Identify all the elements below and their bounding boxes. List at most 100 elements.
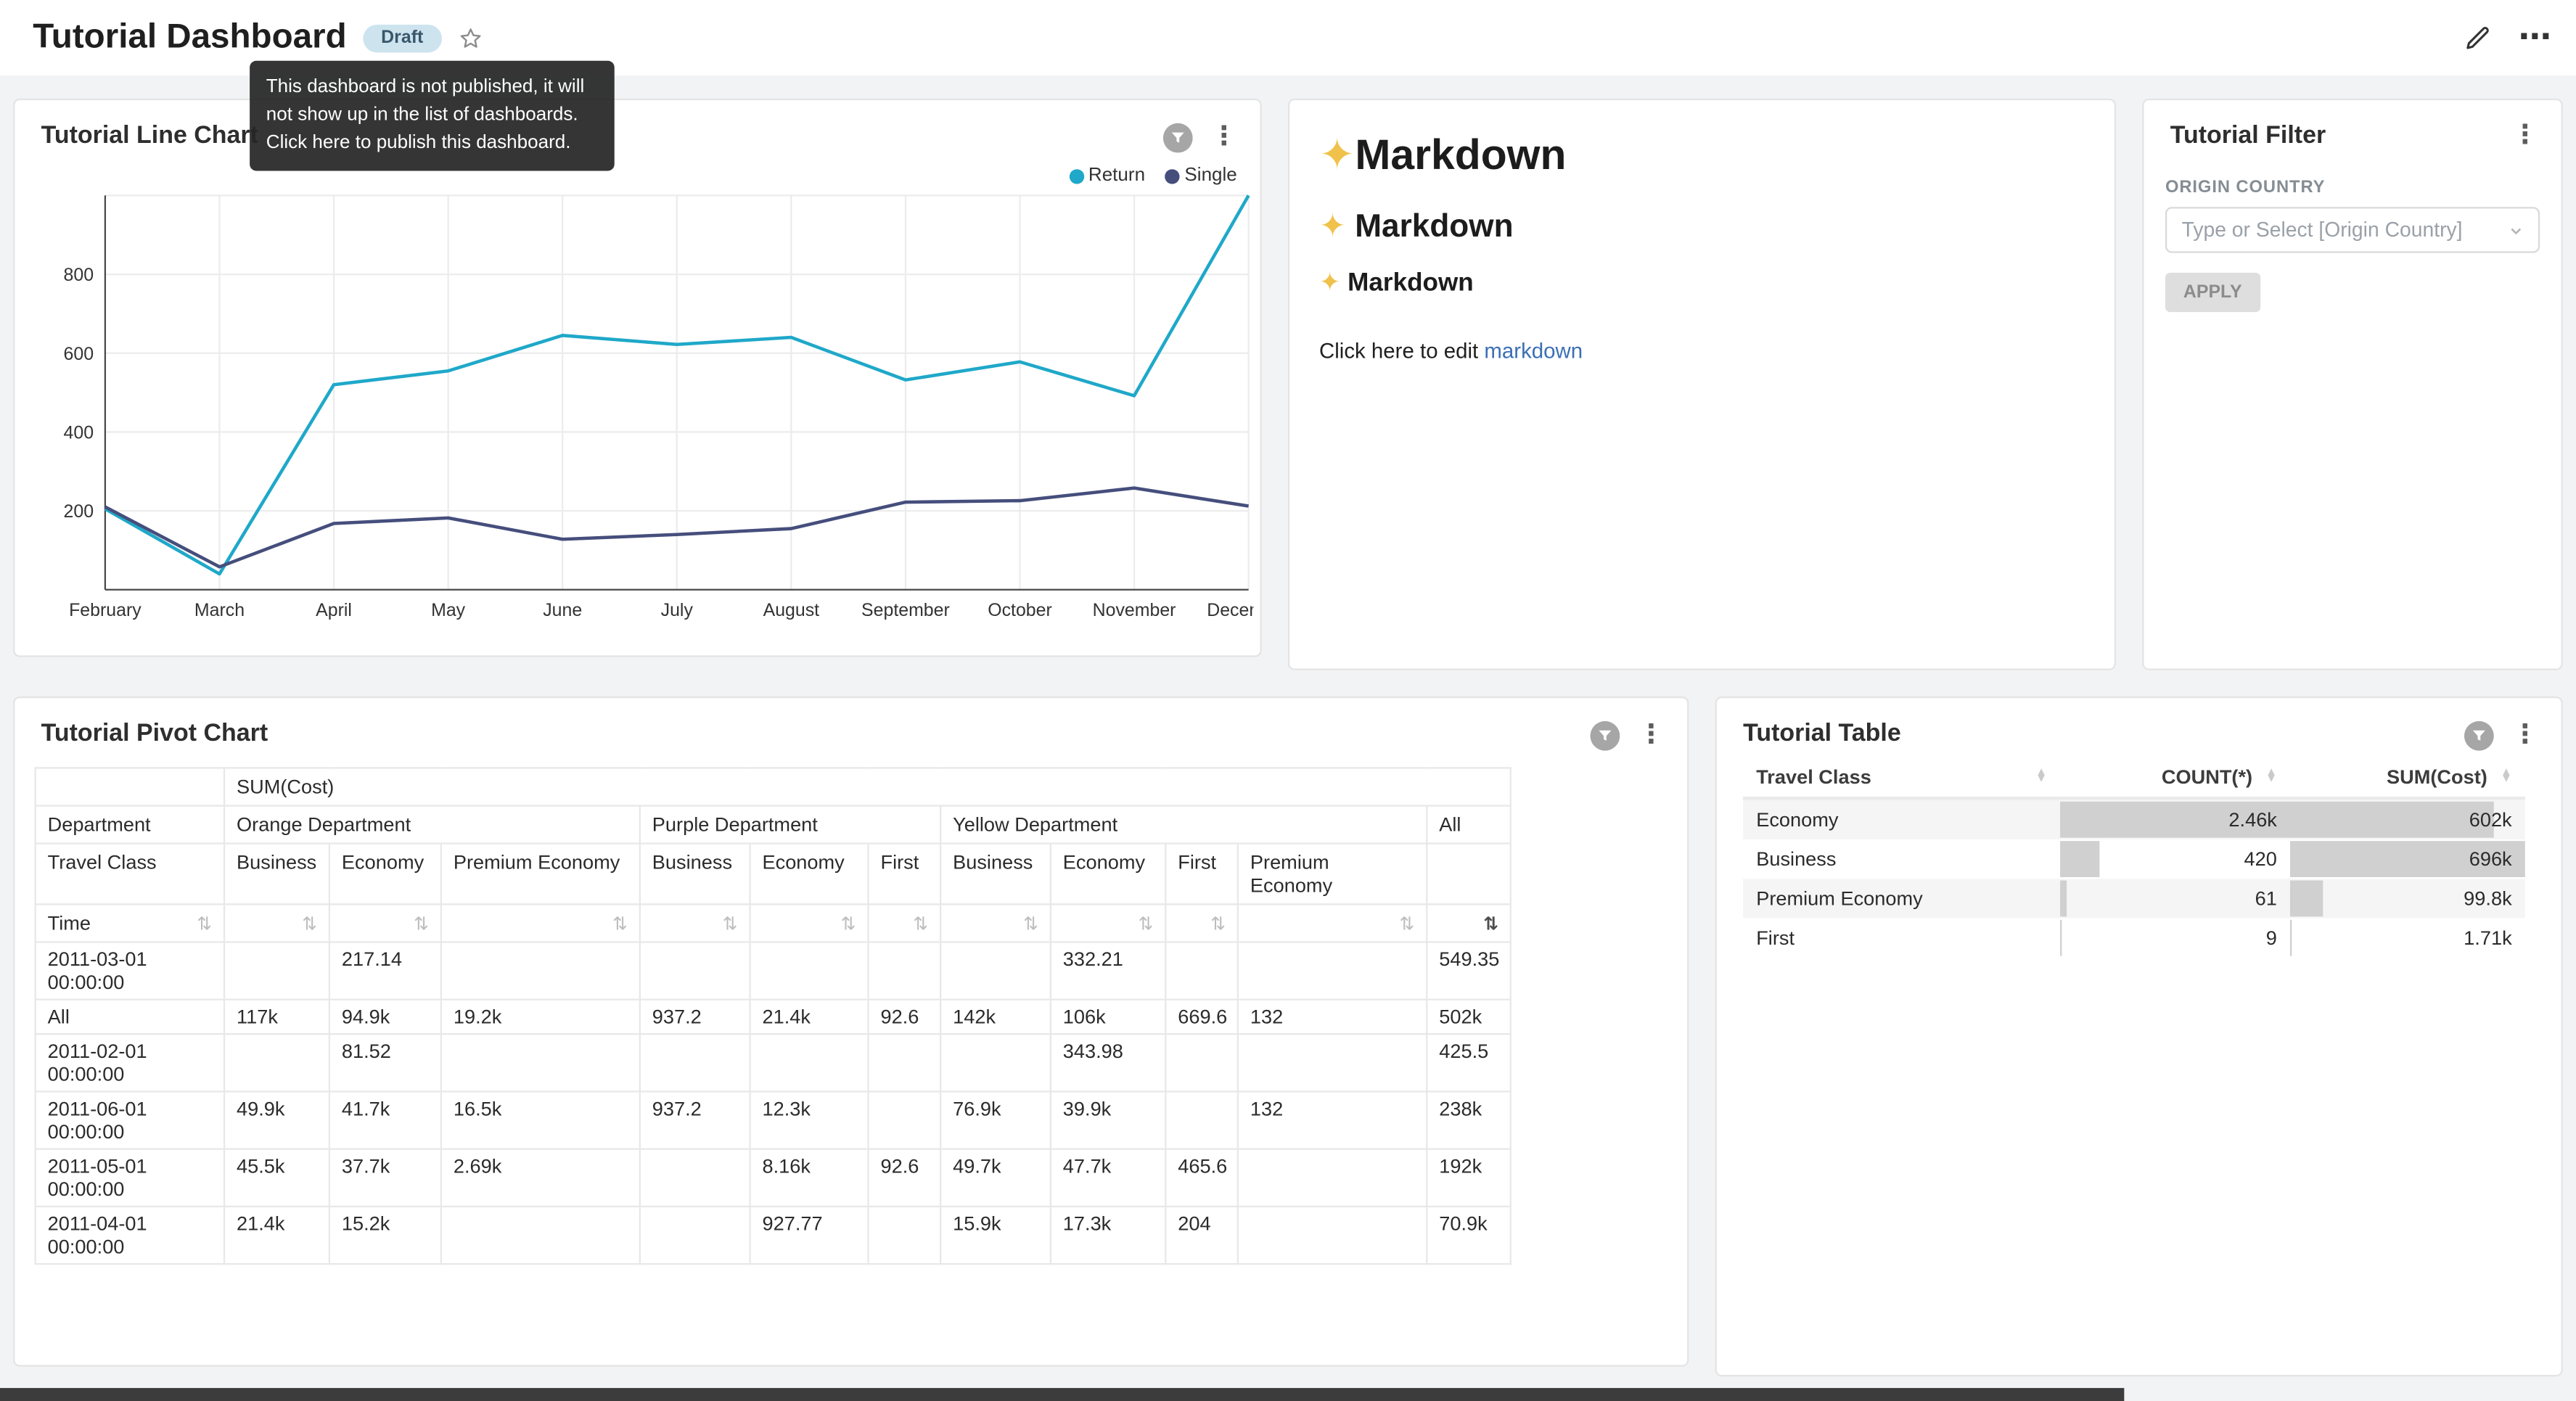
pivot-cell: [750, 1034, 869, 1091]
sort-icon[interactable]: ⇅: [1023, 915, 1038, 934]
pivot-row-label: 2011-04-01 00:00:00: [36, 1207, 224, 1264]
line-chart-card: Tutorial Line Chart ⋮ Return Single 2004…: [13, 99, 1262, 657]
cell-count: 61: [2060, 879, 2290, 918]
header-actions: ⋯: [2464, 0, 2553, 75]
pivot-time-label: Time⇅: [36, 904, 224, 942]
table-row[interactable]: Economy 2.46k 602k: [1743, 798, 2525, 839]
col-header-count[interactable]: COUNT(*)▲▼: [2060, 757, 2290, 799]
pivot-subcol-label: [1427, 844, 1511, 905]
pivot-cell: [640, 1207, 750, 1264]
pivot-cell: [1238, 942, 1427, 999]
svg-text:May: May: [431, 600, 466, 620]
sort-icon[interactable]: ⇅: [1138, 915, 1153, 934]
pivot-chart-card: Tutorial Pivot Chart ⋮ SUM(Cost)Departme…: [13, 697, 1689, 1367]
svg-text:February: February: [69, 600, 141, 620]
pivot-subcol-label: Business: [224, 844, 329, 905]
cell-count: 9: [2060, 919, 2290, 958]
pivot-cell: 17.3k: [1051, 1207, 1165, 1264]
pivot-row-axis-label: Travel Class: [36, 844, 224, 905]
pivot-cell: 502k: [1427, 1000, 1511, 1035]
table-row[interactable]: First 9 1.71k: [1743, 919, 2525, 958]
pivot-row-label: 2011-06-01 00:00:00: [36, 1091, 224, 1149]
sort-icon[interactable]: ⇅: [841, 915, 856, 934]
sort-icon[interactable]: ⇅: [197, 913, 212, 934]
count-bar: [2060, 881, 2066, 917]
filter-indicator-icon[interactable]: [2464, 721, 2494, 751]
cell-sum: 696k: [2290, 839, 2525, 879]
col-header-sum[interactable]: SUM(Cost)▲▼: [2290, 757, 2525, 799]
filter-indicator-icon[interactable]: [1163, 123, 1193, 153]
cell-travel-class: Premium Economy: [1743, 879, 2060, 918]
pivot-cell: 8.16k: [750, 1149, 869, 1207]
table-header-row: Travel Class▲▼ COUNT(*)▲▼ SUM(Cost)▲▼: [1743, 757, 2525, 799]
pivot-row-label: 2011-02-01 00:00:00: [36, 1034, 224, 1091]
pivot-cell: 132: [1238, 1000, 1427, 1035]
pivot-cell: [869, 1034, 941, 1091]
sort-icon[interactable]: ⇅: [414, 915, 429, 934]
kebab-menu-icon[interactable]: ⋮: [1638, 723, 1664, 749]
table-row[interactable]: Premium Economy 61 99.8k: [1743, 879, 2525, 918]
pivot-table: SUM(Cost)DepartmentOrange DepartmentPurp…: [35, 767, 1512, 1265]
pivot-cell: [640, 942, 750, 999]
pivot-data-row: 2011-02-01 00:00:0081.52343.98425.5: [36, 1034, 1511, 1091]
markdown-h3: ✦ Markdown: [1319, 268, 2085, 299]
star-icon[interactable]: [458, 25, 483, 50]
pivot-cell: 332.21: [1051, 942, 1165, 999]
kebab-menu-icon[interactable]: ⋮: [1211, 125, 1237, 151]
sort-icon[interactable]: ⇅: [913, 915, 928, 934]
sparkles-icon: ✦: [1319, 269, 1340, 297]
sort-icon[interactable]: ⇅: [1483, 915, 1498, 934]
sort-icon[interactable]: ⇅: [302, 915, 317, 934]
pivot-data-row: All117k94.9k19.2k937.221.4k92.6142k106k6…: [36, 1000, 1511, 1035]
table-row[interactable]: Business 420 696k: [1743, 839, 2525, 879]
pivot-col-group: All: [1427, 805, 1511, 843]
pivot-row-label: All: [36, 1000, 224, 1035]
pivot-cell: 41.7k: [329, 1091, 441, 1149]
pivot-data-row: 2011-04-01 00:00:0021.4k15.2k927.7715.9k…: [36, 1207, 1511, 1264]
pivot-cell: [640, 1034, 750, 1091]
pivot-cell: 343.98: [1051, 1034, 1165, 1091]
edit-pencil-icon[interactable]: [2464, 24, 2492, 52]
kebab-menu-icon[interactable]: ⋮: [2512, 723, 2538, 749]
sum-bar: [2290, 920, 2291, 956]
pivot-cell: [441, 1034, 640, 1091]
markdown-paragraph-text: Click here to edit: [1319, 338, 1484, 363]
col-header-travel-class[interactable]: Travel Class▲▼: [1743, 757, 2060, 799]
sort-icon[interactable]: ⇅: [1210, 915, 1226, 934]
pivot-cell: 132: [1238, 1091, 1427, 1149]
pivot-cell: 117k: [224, 1000, 329, 1035]
pivot-subcol-label: Business: [640, 844, 750, 905]
publish-tooltip[interactable]: This dashboard is not published, it will…: [250, 61, 615, 171]
pivot-cell: 21.4k: [750, 1000, 869, 1035]
count-bar: [2060, 920, 2061, 956]
filter-indicator-icon[interactable]: [1591, 721, 1620, 751]
apply-button[interactable]: APPLY: [2165, 273, 2260, 312]
markdown-link[interactable]: markdown: [1484, 338, 1583, 363]
sort-icon[interactable]: ⇅: [723, 915, 738, 934]
pivot-cell: 47.7k: [1051, 1149, 1165, 1207]
sparkles-icon: ✦: [1319, 130, 1355, 179]
kebab-menu-icon[interactable]: ⋮: [2512, 123, 2538, 149]
sort-icon[interactable]: ⇅: [612, 915, 628, 934]
pivot-cell: 81.52: [329, 1034, 441, 1091]
sum-bar: [2290, 881, 2323, 917]
pivot-cell: 937.2: [640, 1091, 750, 1149]
pivot-subcol-label: Premium Economy: [1238, 844, 1427, 905]
origin-country-label: ORIGIN COUNTRY: [2165, 178, 2540, 197]
origin-country-select[interactable]: Type or Select [Origin Country]: [2165, 207, 2540, 252]
pivot-col-group: Orange Department: [224, 805, 640, 843]
svg-text:November: November: [1093, 600, 1176, 620]
pivot-cell: [1165, 1034, 1238, 1091]
bottom-scrollbar[interactable]: [0, 1388, 2124, 1401]
sort-icon[interactable]: ⇅: [1399, 915, 1414, 934]
draft-badge[interactable]: Draft: [363, 24, 441, 52]
tutorial-table-wrap: Travel Class▲▼ COUNT(*)▲▼ SUM(Cost)▲▼ Ec…: [1743, 757, 2525, 958]
pivot-data-row: 2011-06-01 00:00:0049.9k41.7k16.5k937.21…: [36, 1091, 1511, 1149]
pivot-cell: 92.6: [869, 1149, 941, 1207]
pivot-time-row: Time⇅⇅⇅⇅⇅⇅⇅⇅⇅⇅⇅⇅: [36, 904, 1511, 942]
svg-text:December: December: [1207, 600, 1253, 620]
pivot-cell: 37.7k: [329, 1149, 441, 1207]
pivot-data-row: 2011-05-01 00:00:0045.5k37.7k2.69k8.16k9…: [36, 1149, 1511, 1207]
pivot-cell: 15.2k: [329, 1207, 441, 1264]
filter-card: Tutorial Filter ⋮ ORIGIN COUNTRY Type or…: [2142, 99, 2563, 670]
